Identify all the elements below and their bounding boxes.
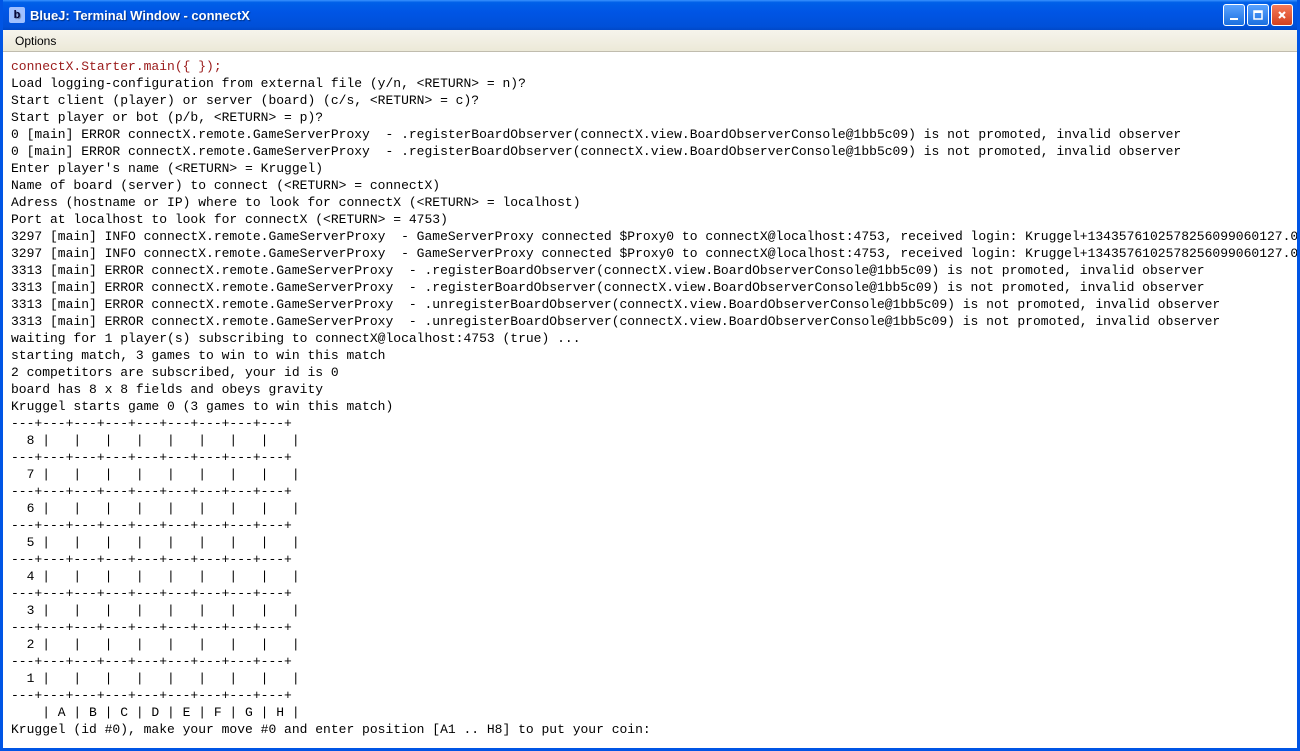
menubar: Options <box>3 30 1297 52</box>
titlebar[interactable]: b BlueJ: Terminal Window - connectX <box>3 0 1297 30</box>
minimize-button[interactable] <box>1223 4 1245 26</box>
maximize-icon <box>1252 9 1264 21</box>
app-window: b BlueJ: Terminal Window - connectX Opti… <box>0 0 1300 751</box>
minimize-icon <box>1228 9 1240 21</box>
close-button[interactable] <box>1271 4 1293 26</box>
terminal-output[interactable]: connectX.Starter.main({ }); Load logging… <box>3 52 1297 748</box>
close-icon <box>1276 9 1288 21</box>
maximize-button[interactable] <box>1247 4 1269 26</box>
window-title: BlueJ: Terminal Window - connectX <box>30 8 1223 23</box>
window-controls <box>1223 4 1293 26</box>
terminal-command: connectX.Starter.main({ }); <box>11 59 222 74</box>
menu-options[interactable]: Options <box>7 32 64 50</box>
terminal-lines: Load logging-configuration from external… <box>11 76 1297 737</box>
app-icon: b <box>9 7 25 23</box>
